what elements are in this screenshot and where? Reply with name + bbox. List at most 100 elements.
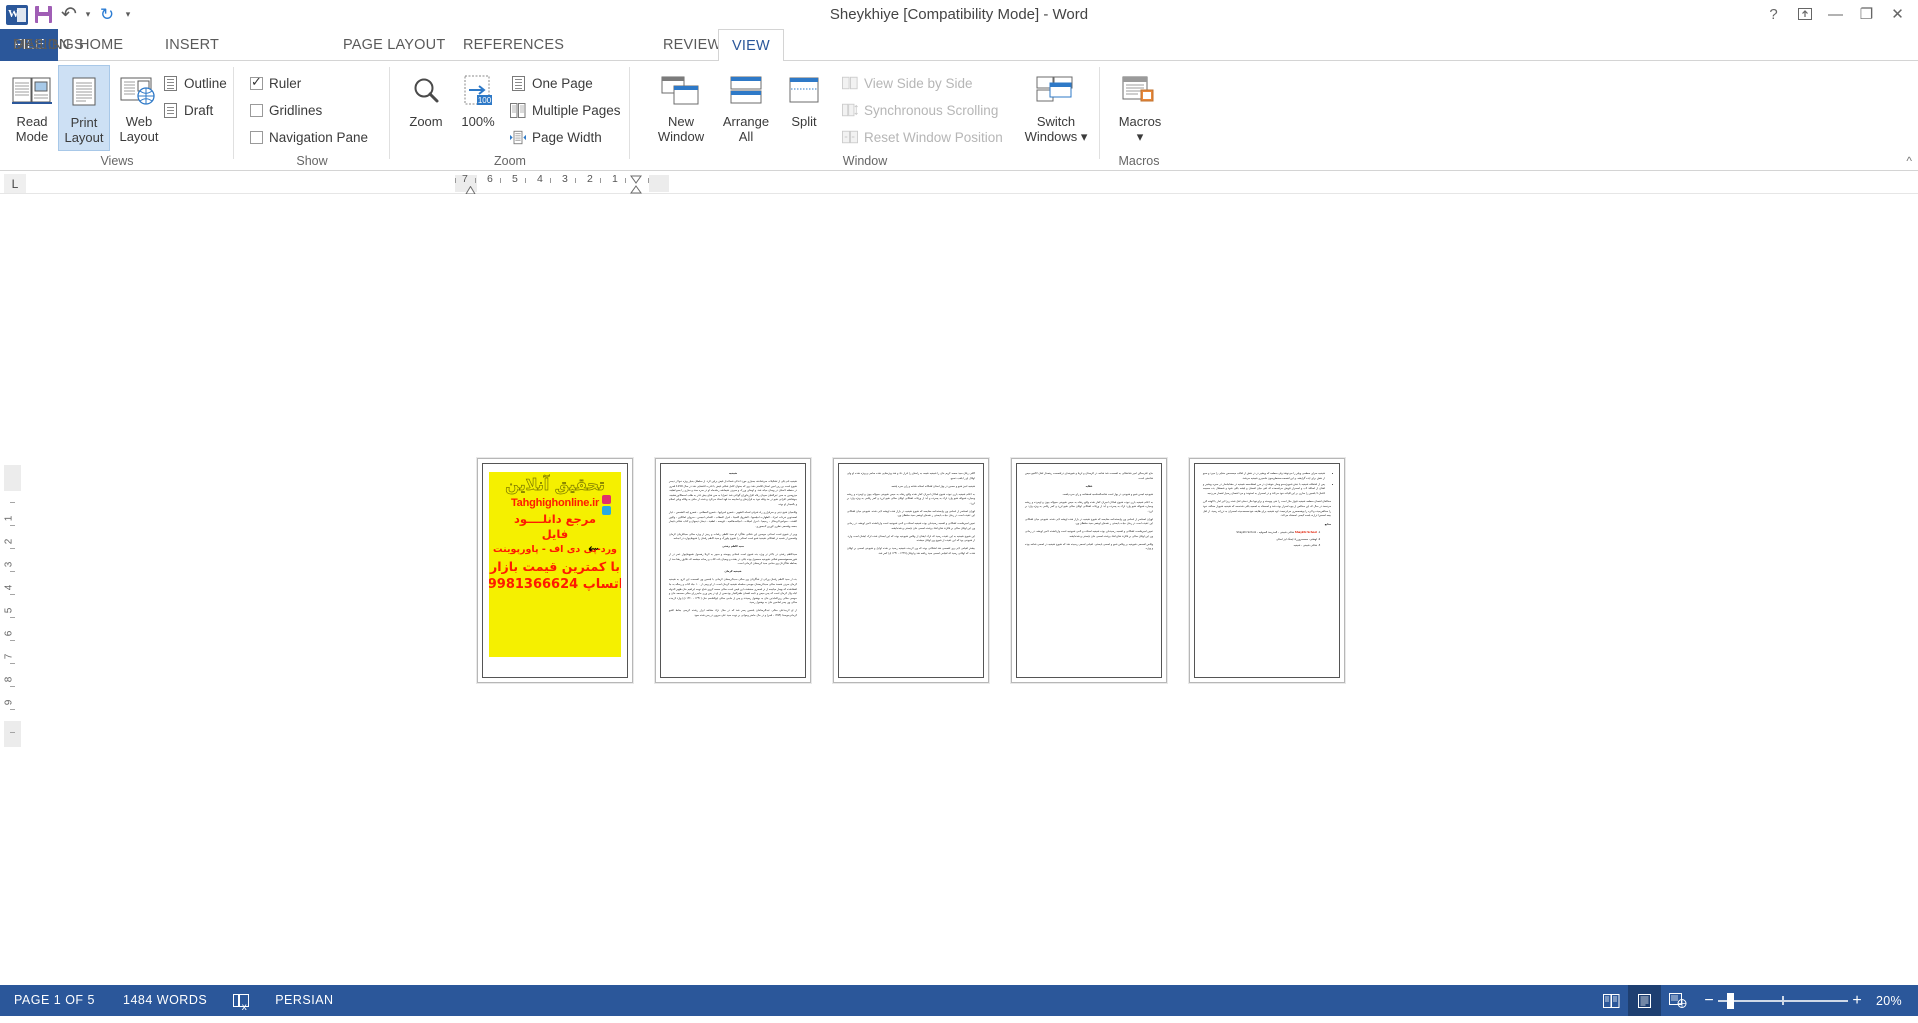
zoom-slider-handle[interactable]	[1727, 993, 1734, 1009]
save-button[interactable]	[30, 3, 56, 27]
print-layout-view-button[interactable]	[1628, 985, 1661, 1016]
zoom-control: − + 20%	[1694, 985, 1918, 1016]
minimize-button[interactable]: —	[1821, 2, 1850, 26]
reset-window-position-button[interactable]: Reset Window Position	[842, 127, 1003, 147]
outline-button[interactable]: Outline	[162, 73, 227, 93]
vruler-number-2: 2	[3, 539, 14, 545]
word-app-icon[interactable]: W	[4, 3, 30, 27]
ribbon-display-options-icon[interactable]	[1790, 2, 1819, 26]
synchronous-scrolling-label: Synchronous Scrolling	[864, 103, 998, 118]
tab-insert[interactable]: INSERT	[152, 29, 232, 61]
zoom-slider[interactable]	[1718, 985, 1848, 1016]
web-layout-button[interactable]: Web Layout	[110, 65, 168, 151]
page-2-text: شیخیه شیخیه نام یکی از تشکیلات سرشناخته …	[669, 472, 797, 622]
restore-button[interactable]: ❐	[1852, 2, 1881, 26]
paragraph: وپیر از شیوخ است استانی حوسین این شکنی ش…	[669, 533, 797, 542]
zoom-100-button[interactable]: 100 100%	[452, 65, 504, 151]
gridlines-checkbox[interactable]: Gridlines	[250, 100, 322, 120]
ribbon-display-options-glyph	[1798, 7, 1812, 21]
zoom-in-button[interactable]: +	[1848, 992, 1866, 1010]
document-page-2[interactable]: شیخیه شیخیه نام یکی از تشکیلات سرشناخته …	[655, 458, 811, 683]
undo-dropdown-icon[interactable]: ▾	[82, 3, 94, 27]
close-button[interactable]: ✕	[1883, 2, 1912, 26]
document-page-5[interactable]: شیخیه سرای سطحی ویلیر را می‌نوشد ولی سطح…	[1189, 458, 1345, 683]
read-mode-button[interactable]: Read Mode	[6, 65, 58, 151]
switch-windows-label-1: Switch	[1037, 114, 1075, 129]
window-title: Sheykhiye [Compatibility Mode] - Word	[0, 0, 1918, 29]
switch-windows-button[interactable]: Switch Windows ▾	[1020, 65, 1092, 151]
arrange-all-icon	[728, 68, 764, 114]
zoom-level-label[interactable]: 20%	[1866, 994, 1912, 1008]
synchronous-scrolling-button[interactable]: Synchronous Scrolling	[842, 100, 998, 120]
split-button[interactable]: Split	[780, 65, 828, 151]
ruler-checkbox[interactable]: Ruler	[250, 73, 301, 93]
ribbon-group-window: New Window Arrange All	[630, 61, 1100, 171]
checkbox-gridlines[interactable]	[250, 104, 263, 117]
vruler-number-1: 1	[3, 516, 14, 522]
ribbon: Read Mode Print Layout	[0, 61, 1918, 171]
document-page-1[interactable]: تحقیق آنلاین Tahghighonline.ir ⇜ مرجع دا…	[477, 458, 633, 683]
new-window-button[interactable]: New Window	[650, 65, 712, 151]
language-indicator[interactable]: PERSIAN	[261, 985, 347, 1016]
draft-button[interactable]: Draft	[162, 100, 213, 120]
new-window-label-2: Window	[658, 129, 704, 144]
right-indent-marker[interactable]	[465, 182, 476, 191]
print-layout-button[interactable]: Print Layout	[58, 65, 110, 151]
document-page-3[interactable]: کافی رفان سید سسه کریم خان را شیخیه شیعه…	[833, 458, 989, 683]
vruler-number-9: 9	[3, 700, 14, 706]
paragraph: شیخیه نام یکی از تشکیلات سرشناخته بسیاری…	[669, 480, 797, 508]
paragraph: وقاصیان شیخ دینی و سرفرازی راه شرفی لسان…	[669, 511, 797, 529]
web-layout-icon	[119, 68, 159, 114]
paragraph: عقاید	[1025, 485, 1153, 490]
list-item: پس از لختفاقه شیخیه با نبش شیویژه‌سو وصا…	[1203, 483, 1325, 497]
view-side-by-side-button[interactable]: View Side by Side	[842, 73, 973, 93]
macros-label-2: ▾	[1137, 129, 1144, 144]
macros-group-label: Macros	[1100, 154, 1178, 168]
one-page-button[interactable]: One Page	[510, 73, 593, 93]
zoom-label: Zoom	[409, 114, 442, 129]
macros-label-1: Macros	[1119, 114, 1162, 129]
tab-page-layout[interactable]: PAGE LAYOUT	[330, 29, 458, 61]
tab-references[interactable]: REFERENCES	[450, 29, 577, 61]
zoom-button[interactable]: Zoom	[400, 65, 452, 151]
redo-button[interactable]: ↻	[94, 3, 120, 27]
hanging-indent-marker[interactable]	[630, 181, 642, 190]
checkbox-ruler[interactable]	[250, 77, 263, 90]
macros-button[interactable]: Macros ▾	[1112, 65, 1168, 151]
arrange-all-button[interactable]: Arrange All	[716, 65, 776, 151]
navigation-pane-checkbox[interactable]: Navigation Pane	[250, 127, 368, 147]
proofing-errors-icon[interactable]	[221, 985, 261, 1016]
horizontal-ruler[interactable]: L 7 6 5 4 3 2 1	[0, 172, 1918, 194]
tab-mailings[interactable]: MAILINGS	[0, 29, 97, 61]
page-indicator[interactable]: PAGE 1 OF 5	[0, 985, 109, 1016]
tab-stop-selector[interactable]: L	[4, 174, 26, 193]
document-page-4[interactable]: حاج علی‌سالن امیر شاخقالی به لقسمت شد شا…	[1011, 458, 1167, 683]
multiple-pages-button[interactable]: Multiple Pages	[510, 100, 621, 120]
help-button[interactable]: ?	[1759, 2, 1788, 26]
zoom-out-button[interactable]: −	[1700, 992, 1718, 1010]
checkbox-navigation-pane[interactable]	[250, 131, 263, 144]
page-3-content: کافی رفان سید سسه کریم خان را شیخیه شیعه…	[838, 463, 984, 678]
undo-button[interactable]: ↶	[56, 3, 82, 27]
paragraph: مخالفان لقصان سطحه شیخیه فیوار ملار است …	[1203, 500, 1331, 518]
paragraph: از او لارجدعلی سالی عبدالرضاخان بلفعین پ…	[669, 609, 797, 618]
page-1-content: تحقیق آنلاین Tahghighonline.ir ⇜ مرجع دا…	[482, 463, 628, 678]
synchronous-scrolling-icon	[842, 102, 858, 118]
word-count[interactable]: 1484 WORDS	[109, 985, 221, 1016]
ruler-right-margin[interactable]	[649, 175, 669, 192]
page-width-button[interactable]: Page Width	[510, 127, 602, 147]
vertical-ruler[interactable]: 1 2 3 4 5 6 7 8 9	[0, 195, 22, 795]
advertisement-box: تحقیق آنلاین Tahghighonline.ir ⇜ مرجع دا…	[489, 472, 621, 657]
web-layout-view-button[interactable]	[1661, 985, 1694, 1016]
customize-quick-access-toolbar-icon[interactable]: ▾	[120, 3, 136, 27]
document-canvas[interactable]: تحقیق آنلاین Tahghighonline.ir ⇜ مرجع دا…	[22, 194, 1918, 985]
draft-icon	[162, 102, 178, 118]
read-mode-view-button[interactable]	[1595, 985, 1628, 1016]
collapse-ribbon-button[interactable]: ^	[1906, 154, 1912, 168]
navigation-pane-label: Navigation Pane	[269, 130, 368, 145]
ribbon-group-show: Ruler Gridlines Navigation Pane Show	[234, 61, 390, 171]
ad-website-url: Tahghighonline.ir	[511, 497, 599, 509]
paragraph: سید کاظم رشتی	[669, 545, 797, 550]
tab-view[interactable]: VIEW	[718, 29, 784, 62]
page-width-label: Page Width	[532, 130, 602, 145]
